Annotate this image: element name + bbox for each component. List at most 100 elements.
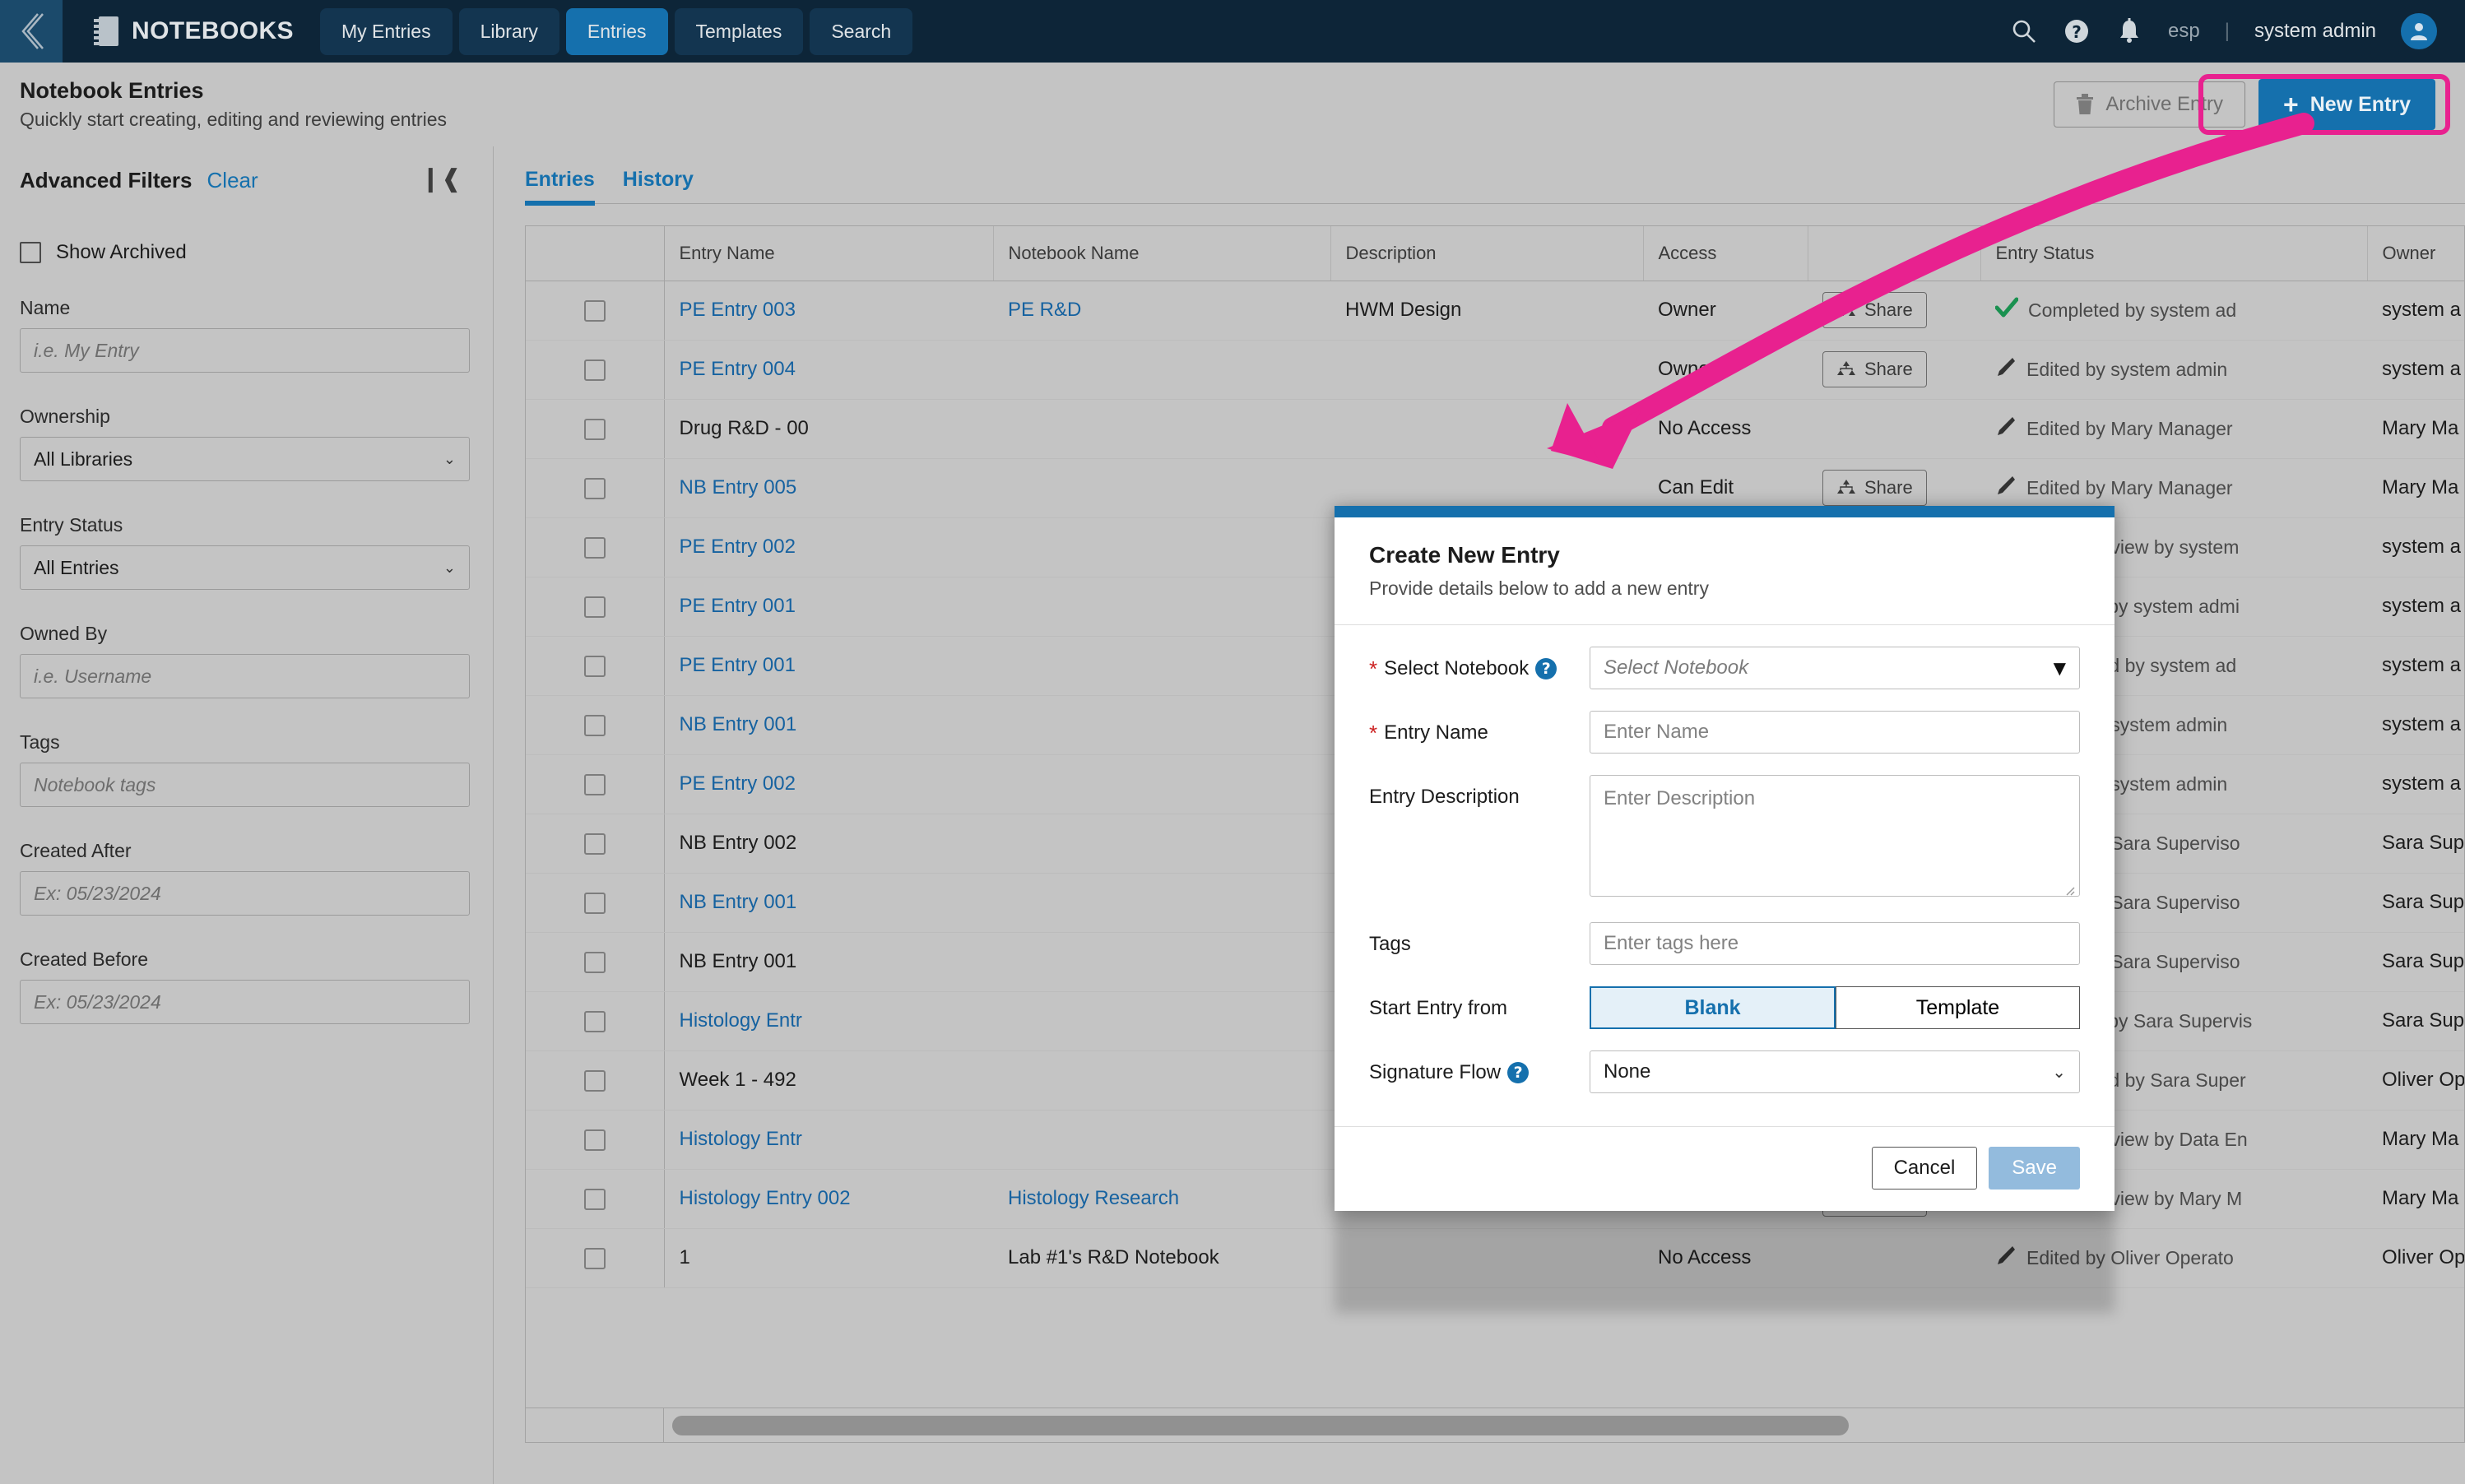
entry-name-value[interactable]: PE Entry 004 [680, 358, 796, 380]
entry-name-value[interactable]: NB Entry 001 [680, 713, 797, 735]
row-checkbox[interactable] [583, 832, 606, 855]
entry-name-value[interactable]: PE Entry 002 [680, 536, 796, 558]
name-filter-input[interactable] [20, 328, 470, 373]
owned-by-filter-input[interactable] [20, 654, 470, 698]
row-checkbox[interactable] [583, 1188, 606, 1210]
cell-owner: Sara Sup [2367, 873, 2464, 933]
nav-tab-my-entries[interactable]: My Entries [319, 7, 453, 55]
show-archived-checkbox[interactable] [20, 242, 41, 263]
tab-history[interactable]: History [623, 168, 694, 203]
row-checkbox[interactable] [583, 1069, 606, 1092]
select-notebook-dropdown[interactable]: Select Notebook ▼ [1590, 647, 2080, 689]
row-checkbox[interactable] [583, 477, 606, 499]
avatar[interactable] [2401, 13, 2437, 49]
start-from-template-option[interactable]: Template [1836, 986, 2080, 1029]
show-archived-row[interactable]: Show Archived [20, 241, 470, 264]
tags-input[interactable] [1590, 922, 2080, 965]
signature-flow-dropdown[interactable]: None ⌄ [1590, 1050, 2080, 1093]
column-header-access[interactable]: Access [1643, 226, 1808, 281]
row-checkbox[interactable] [583, 359, 606, 381]
notification-bell-icon[interactable] [2115, 17, 2143, 45]
row-checkbox[interactable] [583, 1247, 606, 1269]
back-button[interactable] [0, 0, 63, 63]
ownership-filter-select[interactable]: All Libraries ⌄ [20, 437, 470, 481]
row-checkbox[interactable] [583, 1010, 606, 1032]
save-button[interactable]: Save [1989, 1147, 2080, 1190]
entry-name-value[interactable]: PE Entry 001 [680, 595, 796, 617]
horizontal-scrollbar[interactable] [526, 1407, 2464, 1442]
row-checkbox[interactable] [583, 773, 606, 795]
page-title: Notebook Entries [20, 78, 204, 103]
clear-filters-link[interactable]: Clear [207, 168, 258, 193]
cell-owner: system a [2367, 517, 2464, 577]
nav-tab-entries[interactable]: Entries [565, 7, 668, 55]
cell-description [1330, 340, 1643, 400]
created-before-filter-input[interactable] [20, 980, 470, 1024]
cancel-button[interactable]: Cancel [1871, 1147, 1978, 1190]
column-header-entry-status[interactable]: Entry Status [1980, 226, 2368, 281]
tab-entries[interactable]: Entries [525, 168, 595, 206]
share-button[interactable]: Share [1822, 470, 1927, 506]
entry-name-value[interactable]: PE Entry 002 [680, 772, 796, 795]
entry-name-value[interactable]: Histology Entr [680, 1009, 802, 1032]
user-name-label[interactable]: system admin [2254, 20, 2376, 43]
entry-name-value[interactable]: PE Entry 001 [680, 654, 796, 676]
owner-value: system a [2382, 713, 2462, 735]
cell-entry-name: Histology Entr [664, 991, 993, 1051]
filter-label-name: Name [20, 297, 71, 318]
owner-value: Mary Ma [2382, 476, 2459, 499]
language-indicator[interactable]: esp [2168, 20, 2200, 43]
created-after-filter-input[interactable] [20, 871, 470, 916]
collapse-panel-icon[interactable]: ❙❰ [420, 165, 462, 193]
entry-name-value[interactable]: Histology Entry 002 [680, 1187, 851, 1209]
notebook-name-value[interactable]: PE R&D [1008, 299, 1081, 321]
row-checkbox[interactable] [583, 596, 606, 618]
share-button[interactable]: Share [1822, 351, 1927, 387]
start-from-blank-option[interactable]: Blank [1590, 986, 1836, 1029]
row-checkbox[interactable] [583, 714, 606, 736]
nav-tab-search[interactable]: Search [810, 7, 913, 55]
nav-tab-library[interactable]: Library [458, 7, 559, 55]
column-header-description[interactable]: Description [1330, 226, 1644, 281]
row-checkbox[interactable] [583, 299, 606, 322]
access-value: No Access [1658, 417, 1752, 439]
cell-notebook-name [993, 695, 1330, 755]
entry-name-input[interactable] [1590, 711, 2080, 754]
help-icon[interactable]: ? [2063, 17, 2091, 45]
help-icon[interactable]: ? [1535, 658, 1557, 679]
scrollbar-thumb[interactable] [672, 1416, 1849, 1435]
archive-entry-button[interactable]: Archive Entry [2054, 81, 2246, 128]
cell-entry-status: Completed by system ad [1980, 281, 2367, 341]
new-entry-button[interactable]: + New Entry [2258, 79, 2435, 130]
entry-description-textarea[interactable] [1590, 775, 2080, 897]
entry-name-value[interactable]: NB Entry 001 [680, 891, 797, 913]
scrollbar-track[interactable] [664, 1408, 2464, 1442]
table-row[interactable]: Drug R&D - 00 No Access Edited by Mary Man… [526, 399, 2464, 459]
column-header-entry-name[interactable]: Entry Name [664, 226, 994, 281]
search-icon[interactable] [2010, 17, 2038, 45]
entry-status-filter-select[interactable]: All Entries ⌄ [20, 545, 470, 590]
row-checkbox[interactable] [583, 655, 606, 677]
entry-name-value[interactable]: NB Entry 005 [680, 476, 797, 499]
row-checkbox[interactable] [583, 418, 606, 440]
column-header-notebook-name[interactable]: Notebook Name [993, 226, 1331, 281]
row-checkbox[interactable] [583, 536, 606, 559]
table-row[interactable]: PE Entry 003 PE R&D HWM Design Owner Share Co… [526, 281, 2464, 341]
notebook-name-value[interactable]: Histology Research [1008, 1187, 1179, 1209]
cell-share: Share [1808, 340, 1980, 400]
nav-tab-templates[interactable]: Templates [674, 7, 804, 55]
table-row[interactable]: PE Entry 004 Owner Share Edited by system a… [526, 340, 2464, 400]
page-header: Notebook Entries Quickly start creating,… [0, 63, 2465, 146]
cell-owner: Mary Ma [2367, 1169, 2464, 1229]
help-icon[interactable]: ? [1507, 1062, 1530, 1083]
tags-filter-input[interactable] [20, 763, 470, 807]
row-checkbox[interactable] [583, 892, 606, 914]
column-header-owner[interactable]: Owner [2367, 226, 2464, 281]
row-checkbox[interactable] [583, 951, 606, 973]
entry-name-value[interactable]: Histology Entr [680, 1128, 802, 1150]
share-button[interactable]: Share [1822, 292, 1927, 328]
page-subtitle: Quickly start creating, editing and revi… [20, 109, 448, 130]
brand-logo[interactable]: NOTEBOOKS [84, 11, 302, 52]
row-checkbox[interactable] [583, 1129, 606, 1151]
entry-name-value[interactable]: PE Entry 003 [680, 299, 796, 321]
